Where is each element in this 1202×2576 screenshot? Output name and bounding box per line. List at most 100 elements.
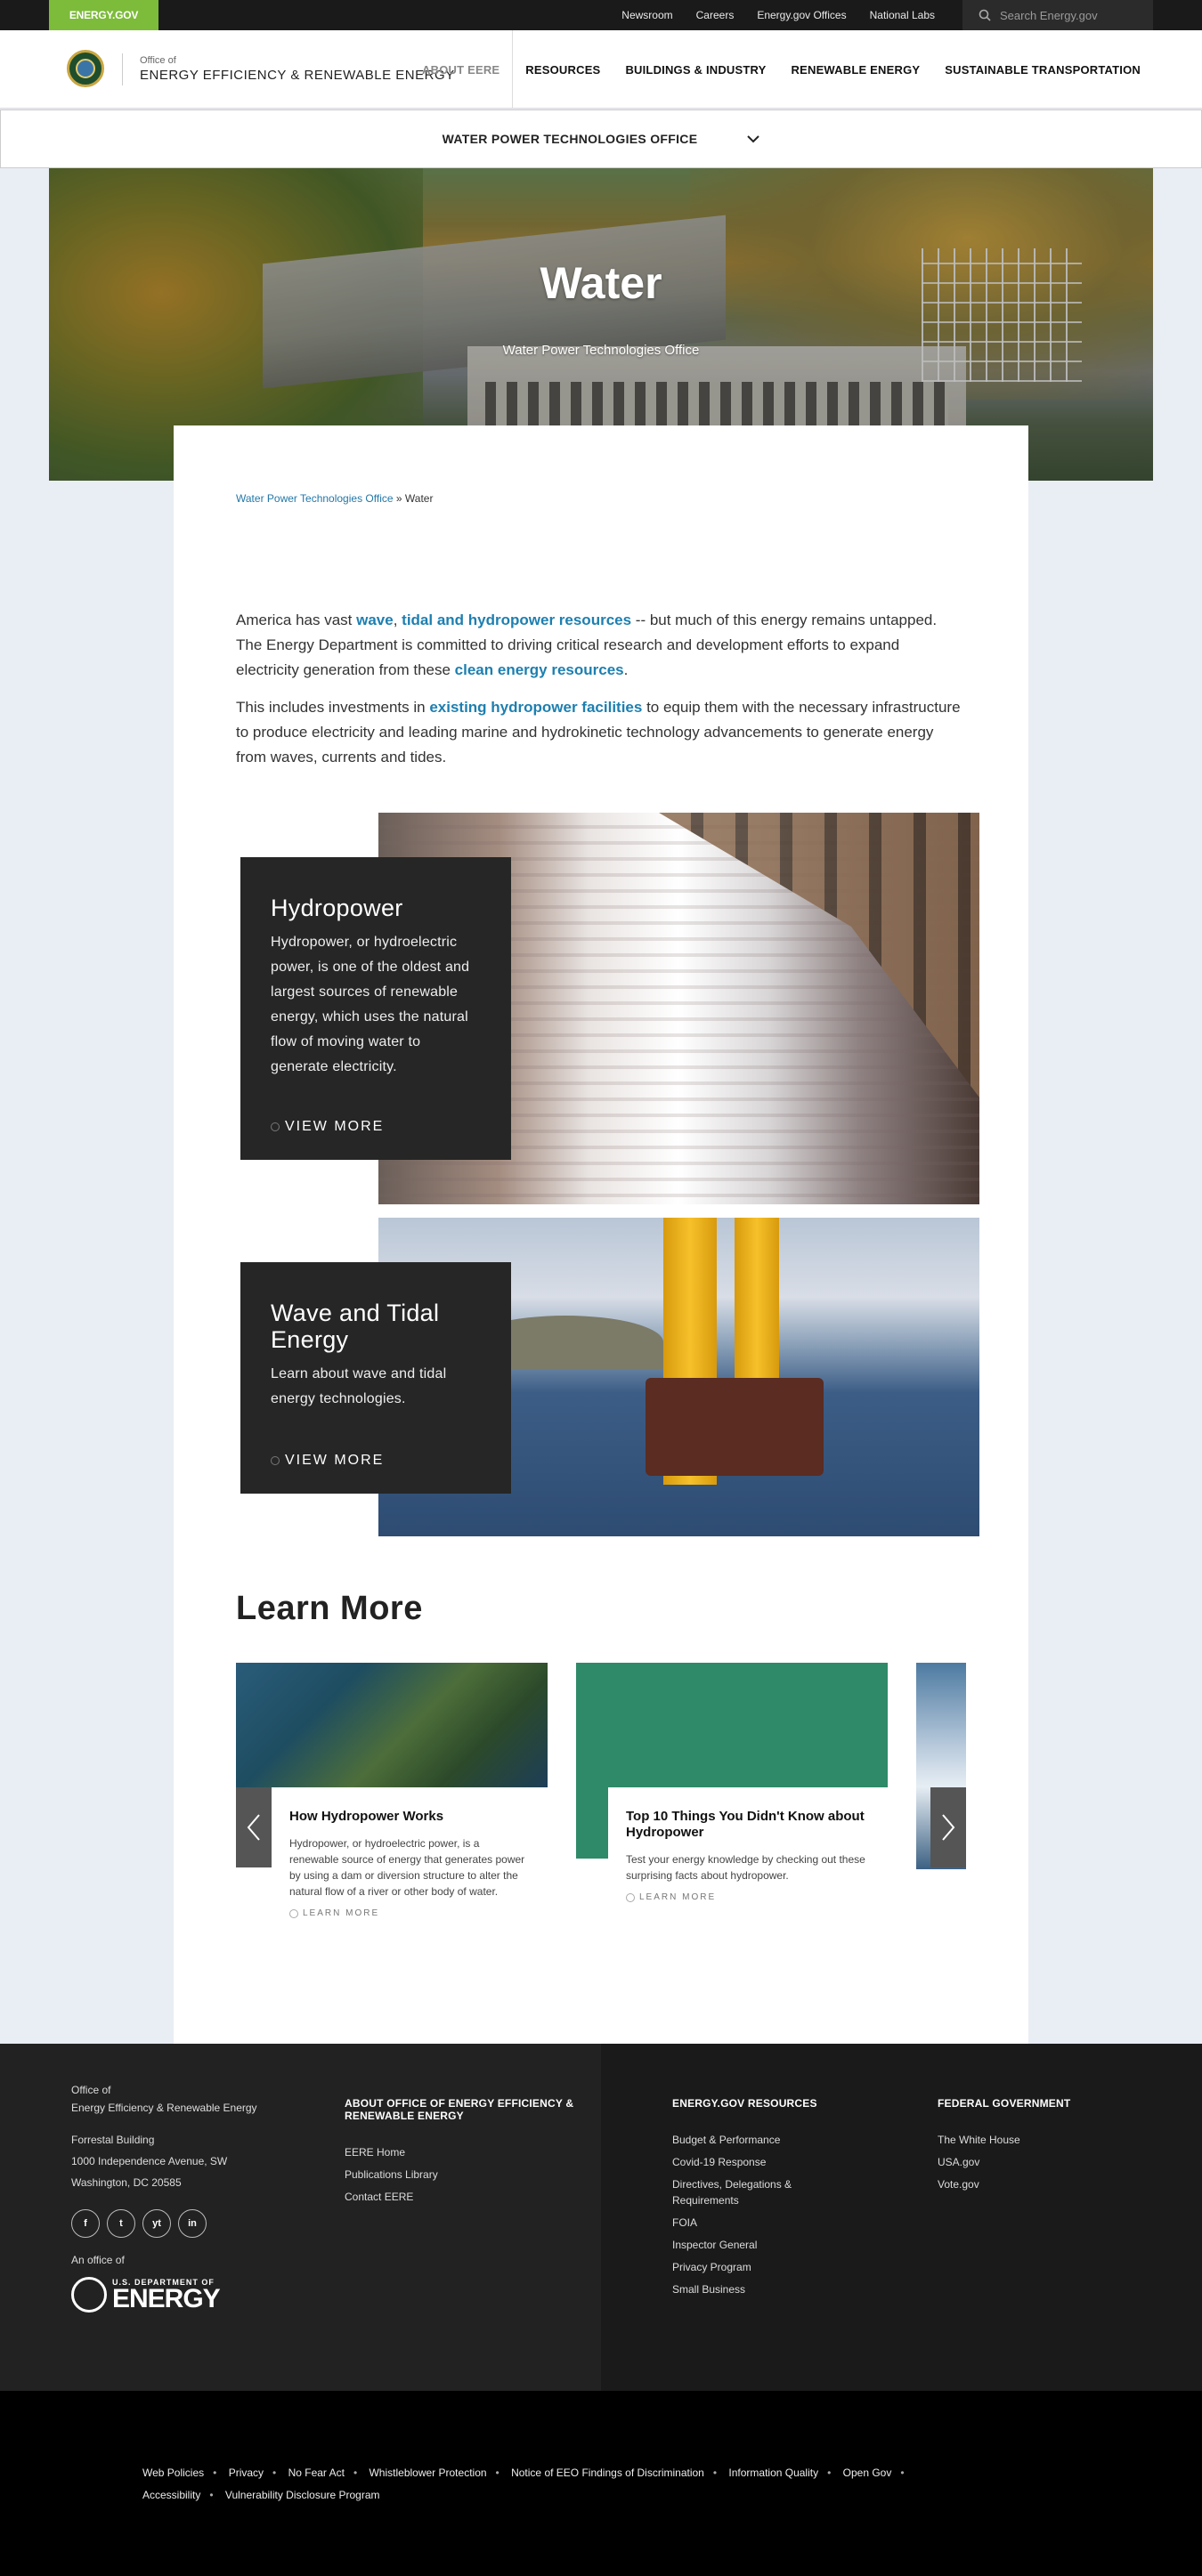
footer-link-privacy-program[interactable]: Privacy Program [672,2261,751,2273]
card-description: Test your energy knowledge by checking o… [626,1853,865,1882]
doe-seal-icon [71,2277,107,2313]
site-footer: Office of Energy Efficiency & Renewable … [0,2044,1202,2391]
utility-link-offices[interactable]: Energy.gov Offices [757,9,846,21]
nav-about-eere[interactable]: ABOUT EERE [410,30,514,109]
twitter-icon[interactable]: t [107,2209,135,2238]
footer-link-foia[interactable]: FOIA [672,2216,697,2229]
footer-link-ig[interactable]: Inspector General [672,2239,757,2251]
hydropower-card[interactable]: Hydropower Hydropower, or hydroelectric … [240,857,511,1160]
office-title[interactable]: Office of ENERGY EFFICIENCY & RENEWABLE … [140,55,455,83]
legal-link-open-gov[interactable]: Open Gov [843,2467,892,2479]
breadcrumb-parent-link[interactable]: Water Power Technologies Office [236,492,394,505]
circle-icon [289,1908,298,1918]
nav-renewable-energy[interactable]: RENEWABLE ENERGY [779,30,933,109]
footer-link-white-house[interactable]: The White House [938,2134,1020,2146]
learn-more-card-how-hydropower-works[interactable]: How Hydropower Works Hydropower, or hydr… [236,1663,548,1940]
page-subtitle: Water Power Technologies Office [502,343,700,358]
subnav-label: WATER POWER TECHNOLOGIES OFFICE [442,132,698,146]
link-tidal-hydropower[interactable]: tidal and hydropower resources [402,612,631,628]
youtube-icon[interactable]: yt [142,2209,171,2238]
doe-seal-logo[interactable] [67,50,104,87]
carousel-next-button[interactable] [930,1787,966,1867]
office-subnav-dropdown[interactable]: WATER POWER TECHNOLOGIES OFFICE [0,109,1202,168]
search-icon [979,9,991,21]
footer-office-name[interactable]: Energy Efficiency & Renewable Energy [71,2099,257,2117]
legal-link-accessibility[interactable]: Accessibility [142,2489,200,2501]
link-wave[interactable]: wave [356,612,394,628]
footer-link-directives[interactable]: Directives, Delegations & Requirements [672,2178,792,2207]
footer-col-federal: FEDERAL GOVERNMENT The White House USA.g… [938,2097,1116,2196]
learn-more-card-top-10[interactable]: Top 10 Things You Didn't Know about Hydr… [576,1663,888,1924]
circle-icon [271,1122,280,1131]
learn-more-link[interactable]: LEARN MORE [626,1892,866,1902]
breadcrumb-current: Water [404,492,434,505]
utility-bar: ENERGY.GOV Newsroom Careers Energy.gov O… [0,0,1202,30]
linkedin-icon[interactable]: in [178,2209,207,2238]
legal-link-whistleblower[interactable]: Whistleblower Protection [369,2467,486,2479]
address-line: Forrestal Building [71,2134,155,2146]
legal-link-no-fear-act[interactable]: No Fear Act [288,2467,345,2479]
address-line: Washington, DC 20585 [71,2176,182,2189]
carousel-prev-button[interactable] [236,1787,272,1867]
circle-icon [626,1892,635,1902]
legal-link-web-policies[interactable]: Web Policies [142,2467,204,2479]
nav-resources[interactable]: RESOURCES [513,30,613,109]
dam-piers-image [659,813,979,1098]
footer-link-contact[interactable]: Contact EERE [345,2191,413,2203]
address-line: 1000 Independence Avenue, SW [71,2155,228,2167]
nav-buildings-industry[interactable]: BUILDINGS & INDUSTRY [613,30,778,109]
site-header: Office of ENERGY EFFICIENCY & RENEWABLE … [0,30,1202,109]
office-small-label: Office of [140,55,176,66]
energy-gov-logo[interactable]: ENERGY.GOV [49,0,158,30]
doe-logo[interactable]: U.S. DEPARTMENT OF ENERGY [71,2277,221,2313]
breadcrumb-separator: » [395,492,402,505]
learn-more-label: LEARN MORE [639,1892,717,1902]
main-nav: ABOUT EERE RESOURCES BUILDINGS & INDUSTR… [410,30,1153,109]
footer-link-vote-gov[interactable]: Vote.gov [938,2178,979,2191]
intro-text-span: , [393,612,402,628]
footer-link-budget[interactable]: Budget & Performance [672,2134,780,2146]
legal-link-privacy[interactable]: Privacy [229,2467,264,2479]
social-links: f t yt in [71,2209,207,2238]
card-title[interactable]: Top 10 Things You Didn't Know about Hydr… [626,1809,866,1841]
learn-more-heading: Learn More [236,1590,423,1627]
footer-link-eere-home[interactable]: EERE Home [345,2146,405,2159]
circle-icon [271,1456,280,1465]
office-name: ENERGY EFFICIENCY & RENEWABLE ENERGY [140,68,455,83]
learn-more-link[interactable]: LEARN MORE [289,1908,530,1918]
bottom-legal-bar: Web Policies • Privacy • No Fear Act • Whis… [0,2391,1202,2576]
chevron-right-icon [942,1814,955,1841]
link-existing-hydropower[interactable]: existing hydropower facilities [429,699,642,716]
main-content: Water Power Technologies Office » Water … [174,425,1028,2044]
hydropower-view-more-link[interactable]: VIEW MORE [271,1119,384,1135]
intro-text-span: . [623,661,629,678]
chevron-left-icon [247,1814,260,1841]
legal-link-information-quality[interactable]: Information Quality [728,2467,818,2479]
footer-link-usa-gov[interactable]: USA.gov [938,2156,979,2168]
facebook-icon[interactable]: f [71,2209,100,2238]
utility-link-careers[interactable]: Careers [696,9,735,21]
search-input[interactable]: Search Energy.gov [962,0,1153,30]
utility-link-labs[interactable]: National Labs [870,9,935,21]
an-office-of-label: An office of [71,2254,125,2266]
wave-tidal-card[interactable]: Wave and Tidal Energy Learn about wave a… [240,1262,511,1494]
intro-text-span: This includes investments in [236,699,430,716]
wave-tidal-view-more-link[interactable]: VIEW MORE [271,1453,384,1469]
utility-links: Newsroom Careers Energy.gov Offices Nati… [621,0,935,30]
utility-link-newsroom[interactable]: Newsroom [621,9,672,21]
view-more-label: VIEW MORE [285,1119,385,1134]
footer-link-covid[interactable]: Covid-19 Response [672,2156,766,2168]
link-clean-energy[interactable]: clean energy resources [455,661,624,678]
legal-link-vulnerability[interactable]: Vulnerability Disclosure Program [225,2489,380,2501]
hydropower-title: Hydropower [271,895,403,921]
nav-sustainable-transportation[interactable]: SUSTAINABLE TRANSPORTATION [932,30,1153,109]
footer-link-publications[interactable]: Publications Library [345,2168,438,2181]
footer-link-small-business[interactable]: Small Business [672,2283,745,2296]
page-title: Water [540,258,662,308]
legal-link-eeo[interactable]: Notice of EEO Findings of Discrimination [511,2467,704,2479]
card-title[interactable]: How Hydropower Works [289,1809,530,1825]
doe-logo-text: U.S. DEPARTMENT OF ENERGY [112,2278,221,2313]
header-divider [122,53,123,85]
legal-links: Web Policies • Privacy • No Fear Act • Whis… [142,2467,905,2501]
green-card-image [576,1663,888,1787]
